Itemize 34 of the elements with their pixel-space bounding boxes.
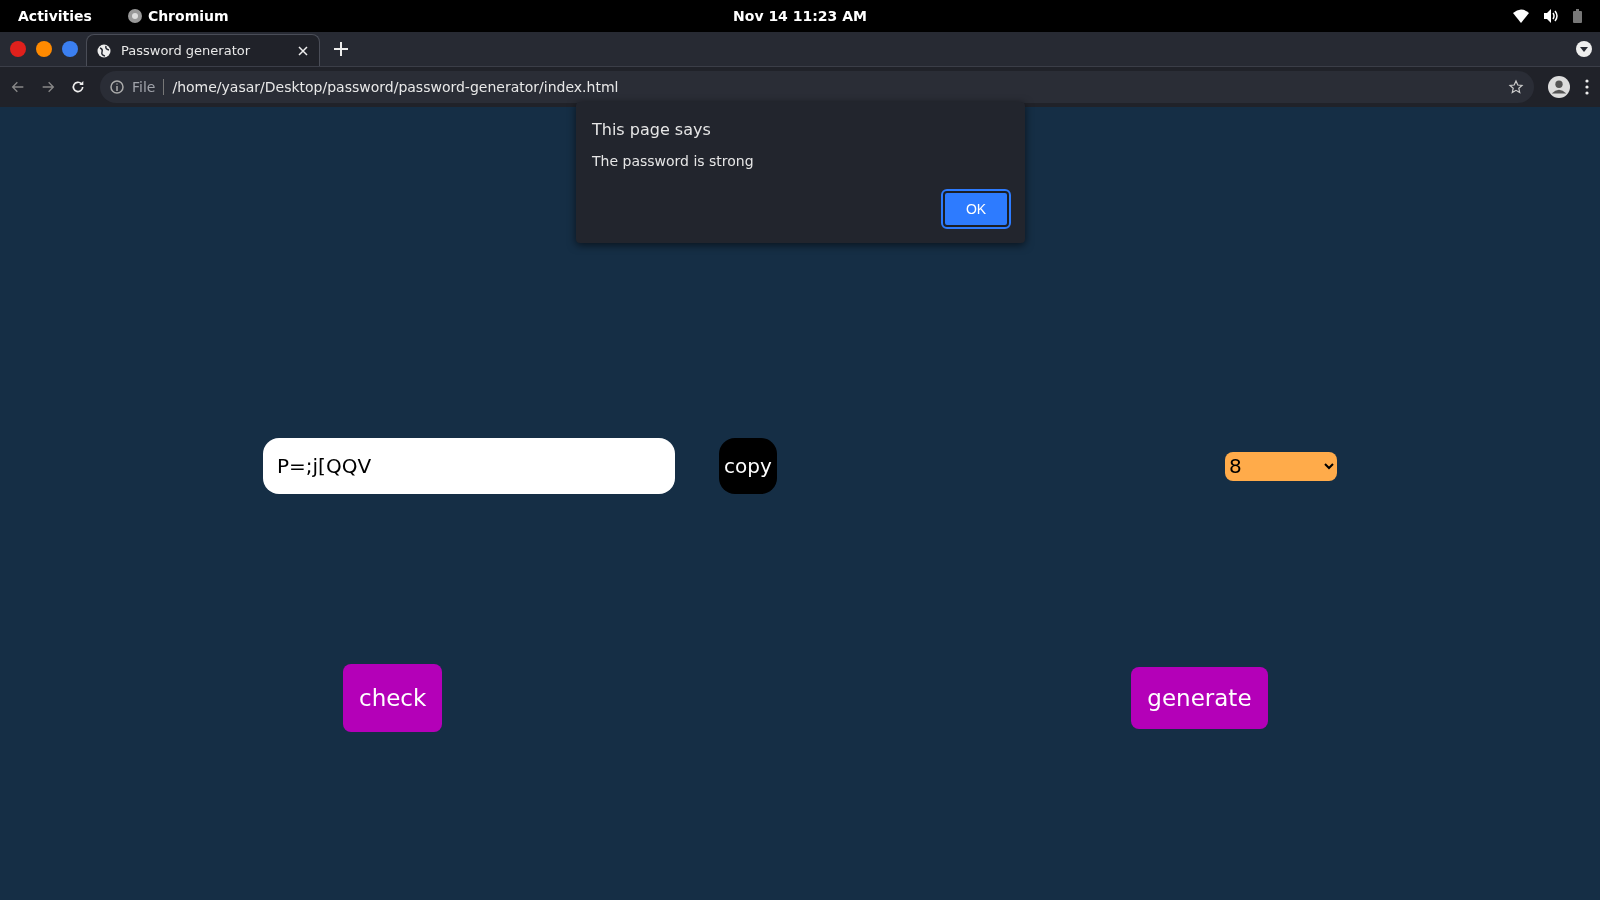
new-tab-icon[interactable] xyxy=(334,42,348,56)
menu-icon[interactable] xyxy=(1584,79,1590,95)
app-icon xyxy=(127,9,142,23)
address-bar[interactable]: File /home/yasar/Desktop/password/password-generator/index.html xyxy=(100,71,1534,103)
reload-icon[interactable] xyxy=(70,79,86,95)
length-select[interactable]: 8 xyxy=(1225,451,1337,481)
copy-button[interactable]: copy xyxy=(719,438,777,494)
tab-title: Password generator xyxy=(121,43,252,58)
browser-tab[interactable]: Password generator xyxy=(86,34,320,66)
battery-icon[interactable] xyxy=(1573,9,1582,23)
scheme-label: File xyxy=(132,79,165,95)
wifi-icon[interactable] xyxy=(1513,9,1529,23)
check-button[interactable]: check xyxy=(343,664,443,732)
close-icon[interactable] xyxy=(297,44,309,57)
clock[interactable]: Nov 14 11:23 AM xyxy=(733,8,867,24)
back-icon[interactable] xyxy=(10,79,26,95)
ok-button[interactable]: OK xyxy=(943,191,1009,227)
account-icon[interactable] xyxy=(1548,76,1570,98)
volume-icon[interactable] xyxy=(1543,9,1559,23)
app-name[interactable]: Chromium xyxy=(147,8,229,24)
generate-button[interactable]: generate xyxy=(1131,667,1268,729)
dialog-title: This page says xyxy=(592,120,712,139)
globe-icon xyxy=(97,43,111,58)
close-window-button[interactable] xyxy=(10,41,26,57)
minimize-window-button[interactable] xyxy=(36,41,52,57)
url-text: /home/yasar/Desktop/password/password-generator/index.html xyxy=(172,79,620,95)
maximize-window-button[interactable] xyxy=(62,41,78,57)
forward-icon[interactable] xyxy=(40,79,56,95)
dropdown-icon[interactable] xyxy=(1576,41,1592,57)
star-icon[interactable] xyxy=(1508,79,1524,95)
dialog-message: The password is strong xyxy=(592,153,755,169)
info-icon[interactable] xyxy=(110,80,124,94)
activities-button[interactable]: Activities xyxy=(18,8,92,24)
password-field[interactable]: P=;j[QQV xyxy=(263,438,675,494)
